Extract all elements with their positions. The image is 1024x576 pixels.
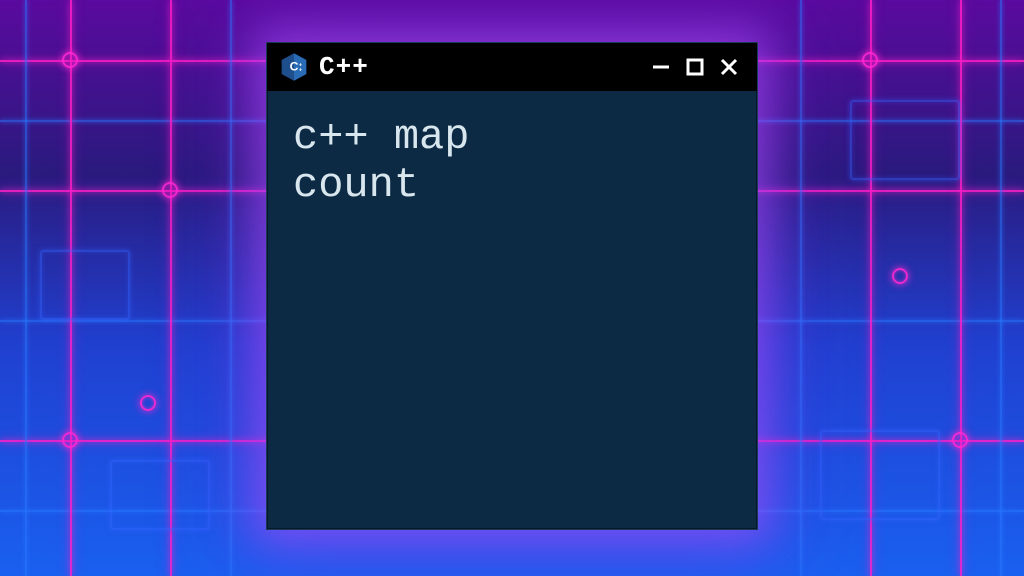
app-window: C + + C++ <box>266 42 758 530</box>
maximize-button[interactable] <box>681 53 709 81</box>
window-title: C++ <box>319 52 637 82</box>
code-line-2: count <box>293 161 419 209</box>
minimize-button[interactable] <box>647 53 675 81</box>
close-button[interactable] <box>715 53 743 81</box>
svg-text:C: C <box>290 59 299 73</box>
close-icon <box>718 56 740 78</box>
cpp-logo-icon: C + + <box>279 52 309 82</box>
maximize-icon <box>684 56 706 78</box>
code-line-1: c++ map <box>293 113 469 161</box>
window-controls <box>647 53 743 81</box>
editor-content: c++ map count <box>293 113 731 210</box>
titlebar[interactable]: C + + C++ <box>267 43 757 91</box>
svg-text:+: + <box>299 68 302 74</box>
minimize-icon <box>650 56 672 78</box>
editor-area[interactable]: c++ map count <box>267 91 757 232</box>
